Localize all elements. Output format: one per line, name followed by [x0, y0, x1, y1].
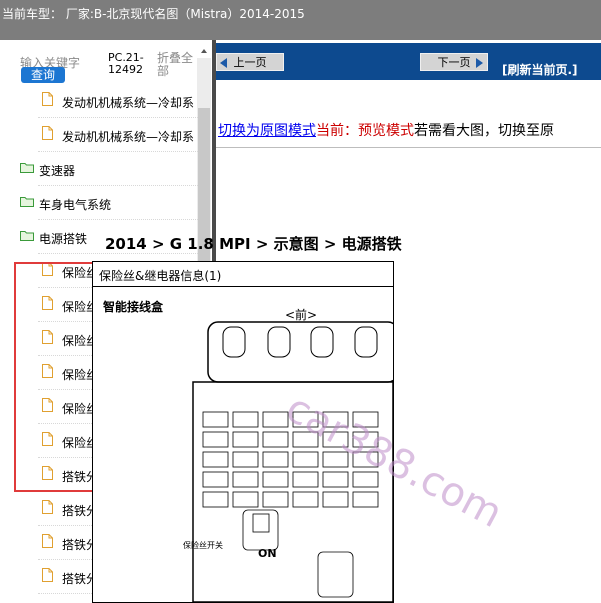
next-label: 下一页 — [437, 56, 471, 69]
tree-item[interactable]: 变速器 — [0, 152, 196, 186]
mode-line: 切换为原图模式当前：预览模式若需看大图，切换至原 — [218, 120, 554, 140]
tree-item-label: 发动机机械系统—冷却系 — [62, 96, 195, 110]
scroll-up-icon[interactable] — [198, 45, 210, 57]
prev-arrow-icon — [220, 58, 227, 68]
next-page-button[interactable]: 下一页 — [420, 53, 488, 71]
folder-open-icon — [20, 231, 34, 241]
tree-item[interactable]: 车身电气系统 — [0, 186, 196, 220]
tree-item-label: 车身电气系统 — [39, 198, 112, 212]
divider-line — [216, 147, 601, 148]
tree-item[interactable]: 发动机机械系统—冷却系 — [0, 118, 196, 152]
document-icon — [42, 126, 53, 140]
nav-bar: 上一页 下一页 [刷新当前页.] — [216, 43, 601, 80]
pc-code: PC.21-12492 — [108, 51, 144, 76]
refresh-link[interactable]: [刷新当前页.] — [502, 61, 578, 78]
document-icon — [42, 568, 53, 582]
fuse-switch-on: ON — [258, 547, 277, 560]
breadcrumb: 2014 > G 1.8 MPI > 示意图 > 电源搭铁 — [105, 235, 402, 253]
document-icon — [42, 500, 53, 514]
prev-label: 上一页 — [233, 56, 267, 69]
collapse-all-button[interactable]: 折叠全部 — [157, 52, 197, 78]
folder-icon — [20, 197, 34, 207]
current-mode: 当前：预览模式 — [316, 123, 414, 139]
fuse-switch-label: 保险丝开关 — [183, 541, 223, 550]
switch-original-link[interactable]: 切换为原图模式 — [218, 123, 316, 139]
tree-item-label: 发动机机械系统—冷却系 — [62, 130, 195, 144]
document-icon — [42, 92, 53, 106]
window-titlebar: 当前车型： 厂家:B-北京现代名图（Mistra）2014-2015 — [0, 0, 601, 40]
prev-page-button[interactable]: 上一页 — [216, 53, 284, 71]
tree-item-label: 电源搭铁 — [39, 232, 88, 246]
folder-icon — [20, 163, 34, 173]
window-title: 当前车型： 厂家:B-北京现代名图（Mistra）2014-2015 — [2, 7, 305, 21]
query-button[interactable]: 查询 — [21, 67, 65, 83]
tree-item[interactable]: 发动机机械系统—冷却系 — [0, 84, 196, 118]
tree-item-label: 变速器 — [39, 164, 76, 178]
next-arrow-icon — [476, 58, 483, 68]
document-icon — [42, 534, 53, 548]
mode-hint: 若需看大图，切换至原 — [414, 123, 554, 139]
